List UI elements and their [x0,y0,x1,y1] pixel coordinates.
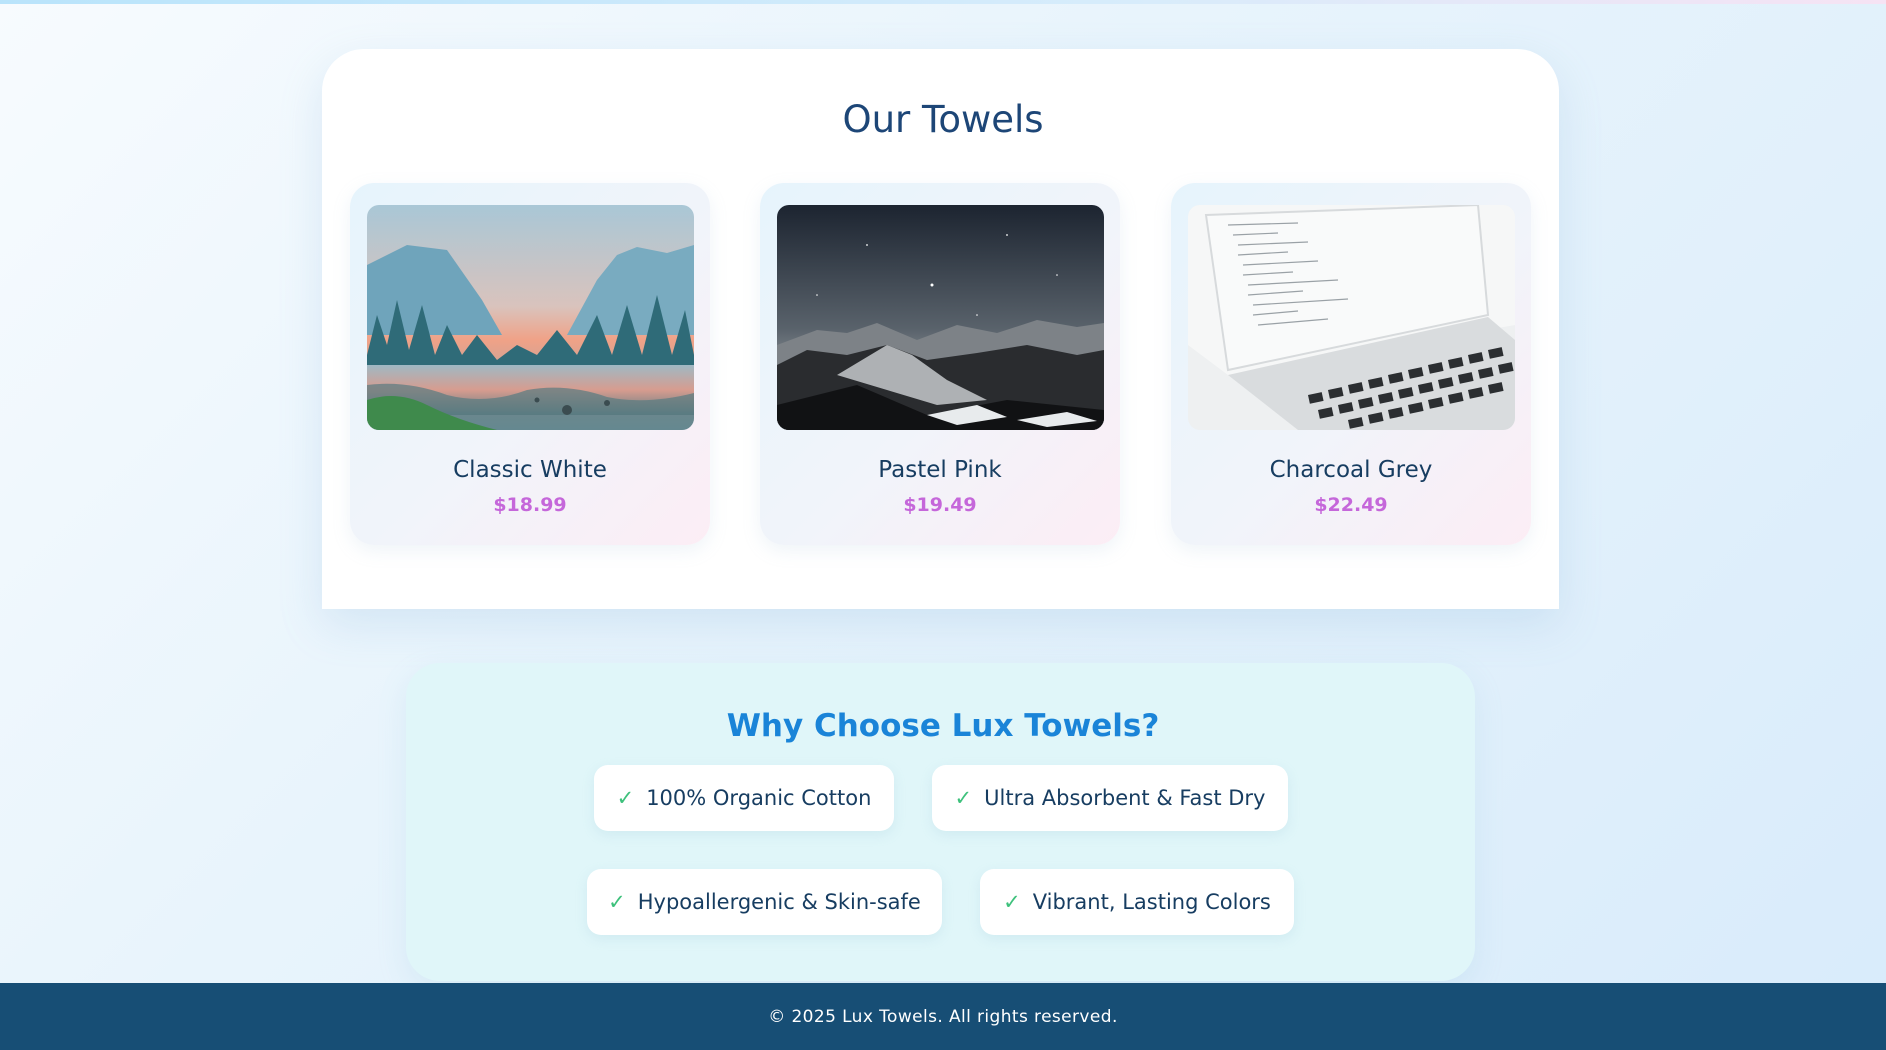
feature-vibrant-colors: ✓ Vibrant, Lasting Colors [980,869,1294,935]
checkmark-icon: ✓ [1003,890,1021,914]
product-card-classic-white[interactable]: Classic White $18.99 [350,183,710,545]
checkmark-icon: ✓ [616,786,635,810]
product-image-classic-white[interactable] [367,205,694,430]
feature-label: Hypoallergenic & Skin-safe [637,890,921,914]
feature-organic-cotton: ✓ 100% Organic Cotton [594,765,894,831]
product-image-pastel-pink[interactable] [777,205,1104,430]
product-card-charcoal-grey[interactable]: Charcoal Grey $22.49 [1171,183,1531,545]
product-price: $19.49 [903,494,977,516]
product-card-pastel-pink[interactable]: Pastel Pink $19.49 [760,183,1120,545]
checkmark-icon: ✓ [954,786,973,810]
feature-label: Vibrant, Lasting Colors [1032,890,1271,914]
product-name: Charcoal Grey [1269,457,1433,483]
product-image-charcoal-grey[interactable] [1188,205,1515,430]
product-price: $22.49 [1314,494,1388,516]
laptop-code-photo [1188,205,1515,430]
products-title: Our Towels [842,98,1044,141]
page-footer: © 2025 Lux Towels. All rights reserved. [0,983,1886,1050]
feature-label: Ultra Absorbent & Fast Dry [984,786,1266,810]
checkmark-icon: ✓ [608,890,626,914]
mountain-valley-river-photo [367,205,694,430]
why-choose-title: Why Choose Lux Towels? [726,708,1160,744]
top-accent-stripe [0,0,1886,4]
product-name: Pastel Pink [878,457,1002,483]
feature-ultra-absorbent: ✓ Ultra Absorbent & Fast Dry [932,765,1288,831]
copyright-text: © 2025 Lux Towels. All rights reserved. [768,1006,1118,1027]
feature-label: 100% Organic Cotton [646,786,872,810]
night-sky-mountains-photo [777,205,1104,430]
feature-hypoallergenic: ✓ Hypoallergenic & Skin-safe [587,869,942,935]
product-price: $18.99 [493,494,567,516]
product-name: Classic White [453,457,607,483]
